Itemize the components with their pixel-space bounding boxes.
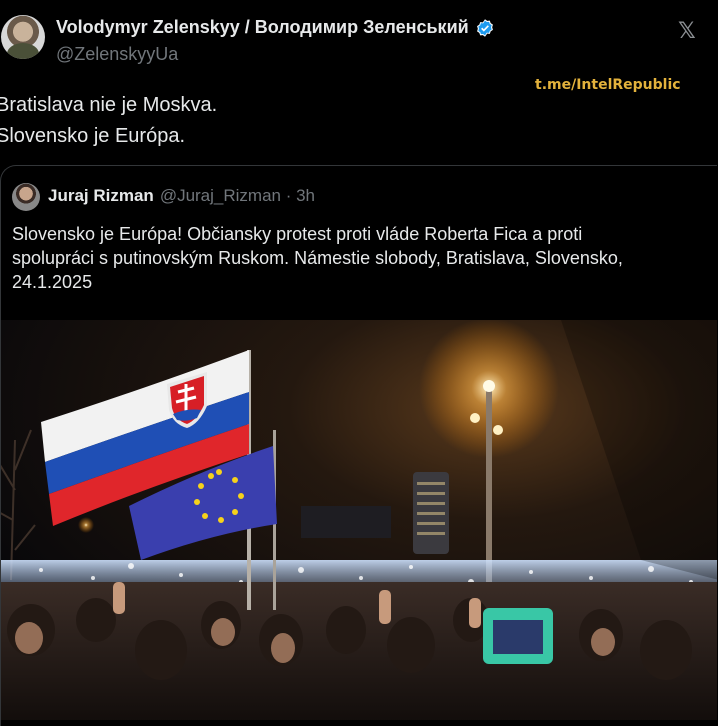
protest-photo[interactable] bbox=[1, 320, 717, 720]
quoted-text-line: spolupráci s putinovským Ruskom. Námesti… bbox=[12, 248, 623, 268]
x-logo-icon[interactable]: 𝕏 bbox=[678, 18, 696, 44]
quoted-tweet-text: Slovensko je Európa! Občiansky protest p… bbox=[12, 222, 702, 294]
tweet-author-row: Volodymyr Zelenskyy / Володимир Зеленськ… bbox=[56, 17, 495, 38]
streetlamp-bulb bbox=[470, 413, 480, 423]
low-building bbox=[301, 506, 391, 538]
quoted-text-line: Slovensko je Európa! Občiansky protest p… bbox=[12, 224, 583, 244]
tweet-author-avatar[interactable] bbox=[1, 15, 45, 59]
verified-badge-icon bbox=[476, 18, 493, 37]
watermark: t.me/IntelRepublic bbox=[535, 77, 681, 93]
tweet-text: Bratislava nie je Moskva. Slovensko je E… bbox=[0, 90, 217, 152]
quoted-author-row: Juraj Rizman @Juraj_Rizman · 3h bbox=[48, 186, 315, 206]
tweet-text-line: Slovensko je Európa. bbox=[0, 125, 186, 147]
streetlamp-bulb bbox=[483, 380, 495, 392]
raised-phone-screen bbox=[493, 620, 543, 654]
quoted-author-avatar[interactable] bbox=[12, 183, 40, 211]
tweet-text-line: Bratislava nie je Moskva. bbox=[0, 94, 218, 116]
tweet-author-name[interactable]: Volodymyr Zelenskyy / Володимир Зеленськ… bbox=[56, 17, 469, 38]
distant-lamp bbox=[78, 517, 94, 533]
quoted-author-name[interactable]: Juraj Rizman bbox=[48, 186, 154, 206]
tweet-author-handle[interactable]: @ZelenskyyUa bbox=[56, 44, 178, 65]
quoted-tweet[interactable]: Juraj Rizman @Juraj_Rizman · 3h Slovensk… bbox=[0, 165, 717, 726]
streetlamp-bulb bbox=[493, 425, 503, 435]
quoted-text-line: 24.1.2025 bbox=[12, 272, 93, 292]
quoted-author-handle-time: @Juraj_Rizman · 3h bbox=[159, 186, 316, 205]
